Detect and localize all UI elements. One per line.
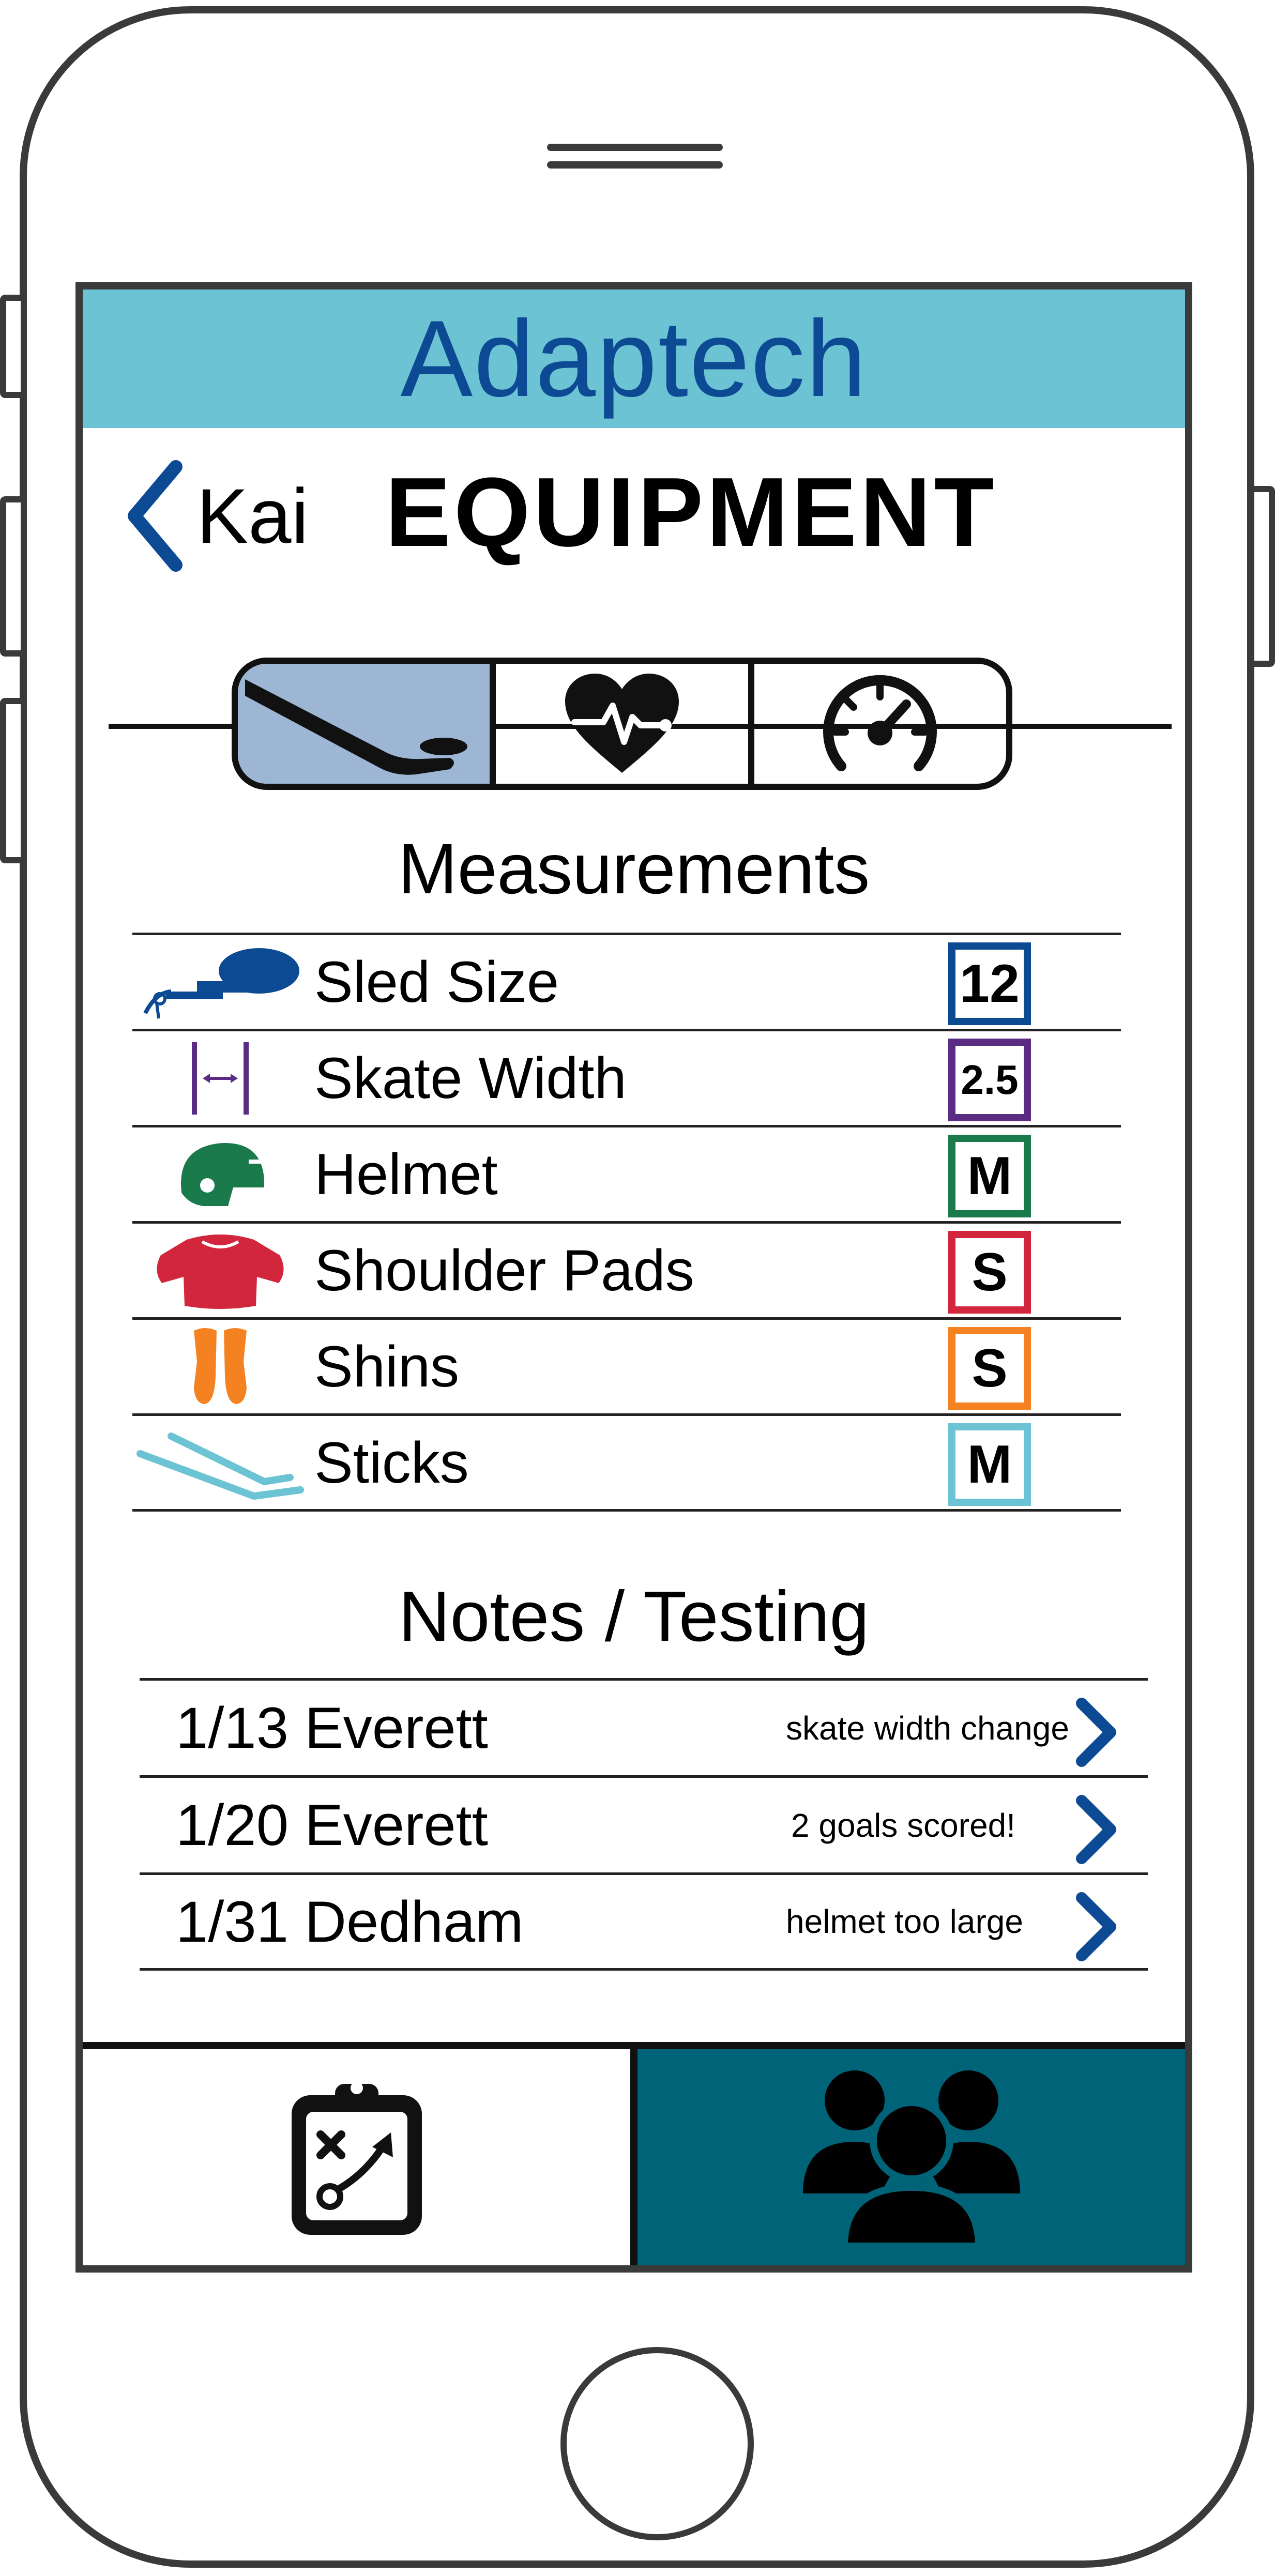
measurement-value: S xyxy=(972,1338,1008,1398)
measurement-label: Sled Size xyxy=(314,950,559,1014)
measurement-value-badge: M xyxy=(948,1423,1031,1506)
notes-list: 1/13 Everett skate width change 1/20 Eve… xyxy=(140,1678,1148,1971)
home-button[interactable] xyxy=(560,2347,754,2540)
measurement-row-skate-width: Skate Width 2.5 xyxy=(132,1029,1121,1125)
side-button-mute xyxy=(0,295,27,398)
notes-title: Notes / Testing xyxy=(398,1577,870,1656)
measurement-value-badge: 2.5 xyxy=(948,1039,1031,1121)
team-group-icon xyxy=(802,2070,1020,2250)
measurement-value: S xyxy=(972,1242,1008,1302)
measurement-row-shins: Shins S xyxy=(132,1317,1121,1413)
shoulder-pads-icon xyxy=(132,1224,308,1317)
note-row[interactable]: 1/20 Everett 2 goals scored! xyxy=(140,1775,1148,1872)
measurement-value-badge: S xyxy=(948,1231,1031,1314)
measurement-row-sticks: Sticks M xyxy=(132,1413,1121,1512)
measurement-label: Shoulder Pads xyxy=(314,1238,694,1303)
measurements-list: Sled Size 12 Skate Width 2.5 Helmet M Sh… xyxy=(132,933,1121,1512)
measurement-value-badge: 12 xyxy=(948,942,1031,1025)
category-tabs xyxy=(232,658,1012,790)
app-screen: Adaptech Kai EQUIPMENT Measurements Sled… xyxy=(75,282,1192,2273)
heart-pulse-icon xyxy=(565,674,679,773)
chevron-right-icon[interactable] xyxy=(1070,1891,1122,1963)
note-date: 1/13 Everett xyxy=(176,1696,488,1760)
bottom-nav xyxy=(83,2042,1185,2265)
side-button-volume-down xyxy=(0,698,27,863)
back-button[interactable]: Kai xyxy=(124,459,309,573)
speaker-grille xyxy=(547,144,723,151)
shin-guards-icon xyxy=(132,1320,308,1413)
chevron-right-icon[interactable] xyxy=(1070,1696,1122,1769)
app-title: Adaptech xyxy=(400,298,868,419)
nav-playbook[interactable] xyxy=(83,2049,630,2265)
measurements-title: Measurements xyxy=(398,829,870,909)
measurement-value-badge: M xyxy=(948,1135,1031,1217)
speedometer-icon xyxy=(823,675,937,771)
note-date: 1/31 Dedham xyxy=(176,1889,524,1954)
measurement-label: Skate Width xyxy=(314,1046,627,1110)
measurement-value-badge: S xyxy=(948,1327,1031,1410)
width-arrows-icon xyxy=(132,1031,308,1125)
nav-team[interactable] xyxy=(630,2049,1185,2265)
measurement-value: M xyxy=(967,1434,1012,1495)
measurement-row-shoulder-pads: Shoulder Pads S xyxy=(132,1221,1121,1317)
note-date: 1/20 Everett xyxy=(176,1793,488,1857)
clipboard-playbook-icon xyxy=(291,2082,422,2235)
sled-icon xyxy=(132,935,308,1029)
measurement-row-sled-size: Sled Size 12 xyxy=(132,933,1121,1029)
measurement-value: 2.5 xyxy=(961,1057,1019,1103)
tab-health[interactable] xyxy=(490,664,748,784)
note-text: 2 goals scored! xyxy=(791,1806,1016,1844)
measurement-label: Sticks xyxy=(314,1430,469,1495)
tab-performance[interactable] xyxy=(748,664,1006,784)
measurement-label: Shins xyxy=(314,1334,460,1399)
chevron-right-icon[interactable] xyxy=(1070,1793,1122,1866)
chevron-left-icon xyxy=(128,460,183,572)
side-button-power xyxy=(1248,486,1275,667)
tab-equipment[interactable] xyxy=(238,664,490,784)
helmet-icon xyxy=(132,1127,308,1221)
note-text: skate width change xyxy=(786,1709,1069,1747)
note-text: helmet too large xyxy=(786,1903,1023,1940)
note-row[interactable]: 1/31 Dedham helmet too large xyxy=(140,1872,1148,1971)
app-banner: Adaptech xyxy=(83,289,1185,428)
measurement-value: M xyxy=(967,1146,1012,1206)
speaker-grille xyxy=(547,161,723,169)
measurement-row-helmet: Helmet M xyxy=(132,1125,1121,1221)
sticks-icon xyxy=(132,1416,308,1509)
hockey-stick-puck-icon xyxy=(245,679,467,775)
page-title: EQUIPMENT xyxy=(385,458,997,567)
page-header: Kai EQUIPMENT xyxy=(83,428,1185,583)
measurement-value: 12 xyxy=(960,953,1020,1014)
note-row[interactable]: 1/13 Everett skate width change xyxy=(140,1678,1148,1775)
measurement-label: Helmet xyxy=(314,1142,498,1207)
back-label: Kai xyxy=(196,472,309,559)
side-button-volume-up xyxy=(0,496,27,657)
